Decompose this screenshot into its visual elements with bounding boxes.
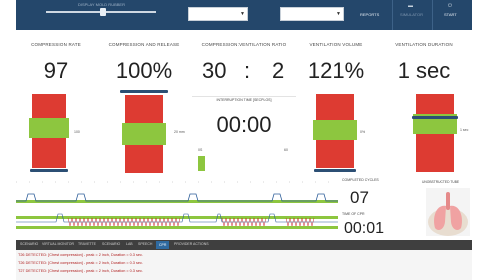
tab-lab[interactable]: LAB [126,242,133,246]
ventilation-volume-bar [313,94,357,168]
interruption-time-value: 00:00 [216,112,272,137]
target-zone [29,118,69,138]
panel-title: COMPRESSION RATE [31,42,81,47]
scale-max-label: 60 [284,148,288,152]
bar-scale-label: 1 sec [460,128,469,132]
lungs-icon [426,188,470,236]
ventilation-target-band [16,200,338,203]
compression-target-band-bottom [16,226,338,229]
reports-button[interactable]: REPORTS [360,12,379,17]
time-label: TIME OF CPR [342,212,365,216]
simulator-icon: ▬ [408,3,413,9]
level-marker [314,169,356,172]
cycles-label: COMPLETED CYCLES [342,178,379,182]
ratio-compressions: 30 [202,58,227,83]
ventilation-duration-value: 1 sec [397,58,451,83]
ventilation-duration-panel: VENTILATION DURATION 1 sec 1 sec [376,38,472,180]
panel-title: VENTILATION DURATION [395,42,453,47]
bar-scale-label: 20 mm [174,130,185,134]
lungs-label: UNOBSTRUCTED TUBE [422,180,460,184]
top-toolbar: DISPLAY MOLD RUBBER ▼ ▼ REPORTS ▬ SIMULA… [16,0,472,30]
simulator-button[interactable]: SIMULATOR [400,12,423,17]
toolbar-divider [392,0,393,30]
interruption-bar [198,156,205,171]
bottom-tab-bar: SCENARIO VIRTUAL MONITOR TRAVETTE SCENAR… [16,240,472,250]
compression-rate-value: 97 [43,58,69,83]
cpr-waveform-chart [16,180,338,238]
volume-slider-knob[interactable] [100,8,106,16]
panel-title: COMPRESSION AND RELEASE [108,42,180,47]
tab-provider-actions[interactable]: PROVIDER ACTIONS [174,242,209,246]
ventilation-duration-bar [413,94,457,172]
bar-scale-label: 100 [74,130,80,134]
ratio-separator: : [244,58,251,83]
ventilation-volume-value: 121% [307,58,365,83]
tab-virtual-monitor[interactable]: VIRTUAL MONITOR [42,242,74,246]
log-entry: T27 DETECTED: [Chest compression] - peak… [18,269,143,273]
level-marker [412,116,458,119]
compression-release-panel: COMPRESSION AND RELEASE 100% 20 mm [96,38,193,180]
cv-ratio-panel: COMPRESSION:VENTILATION RATIO 30 : 2 INT… [192,38,297,180]
level-marker [30,169,68,172]
log-entry: T26 DETECTED: [Chest compression] - peak… [18,261,143,265]
cpr-time-value: 00:01 [344,220,385,237]
tab-scenario[interactable]: SCENARIO [20,242,38,246]
scale-min-label: 0S [198,148,203,152]
waveform-strip [16,180,338,238]
compression-rate-bar [29,94,69,168]
target-zone [313,120,357,140]
interruption-title: INTERRUPTION TIME [SECPLOS] [216,98,272,102]
cycles-value: 07 [350,188,369,207]
slider-label: DISPLAY MOLD RUBBER [78,2,125,7]
toolbar-divider [432,0,433,30]
chevron-down-icon: ▼ [240,11,245,17]
panel-title: COMPRESSION:VENTILATION RATIO [201,42,287,47]
chevron-down-icon: ▼ [336,11,341,17]
ratio-ventilations: 2 [272,58,285,83]
tab-travette[interactable]: TRAVETTE [78,242,96,246]
level-marker [120,90,168,93]
compression-release-bar [122,95,166,173]
bar-scale-label: 0% [360,130,366,134]
divider [192,96,296,97]
tab-speech[interactable]: SPEECH [138,242,152,246]
target-zone [122,123,166,145]
event-log: T26 DETECTED: [Chest compression] - peak… [16,250,472,280]
compression-rate-panel: COMPRESSION RATE 97 100 [16,38,97,180]
ventilation-volume-panel: VENTILATION VOLUME 121% 0% [296,38,377,180]
log-entry: T26 DETECTED: [Chest compression] - peak… [18,253,143,257]
mode-dropdown[interactable]: ▼ [280,7,344,21]
start-icon: ⏻ [448,3,452,9]
tab-scenario-2[interactable]: SCENARIO [102,242,120,246]
panel-title: VENTILATION VOLUME [309,42,363,47]
compression-release-value: 100% [115,58,173,83]
start-button[interactable]: START [444,12,457,17]
tab-cpr[interactable]: CPR [156,241,170,249]
scenario-dropdown[interactable]: ▼ [188,7,248,21]
cpr-summary-panel: COMPLETED CYCLES 07 TIME OF CPR 00:01 UN… [340,176,474,240]
